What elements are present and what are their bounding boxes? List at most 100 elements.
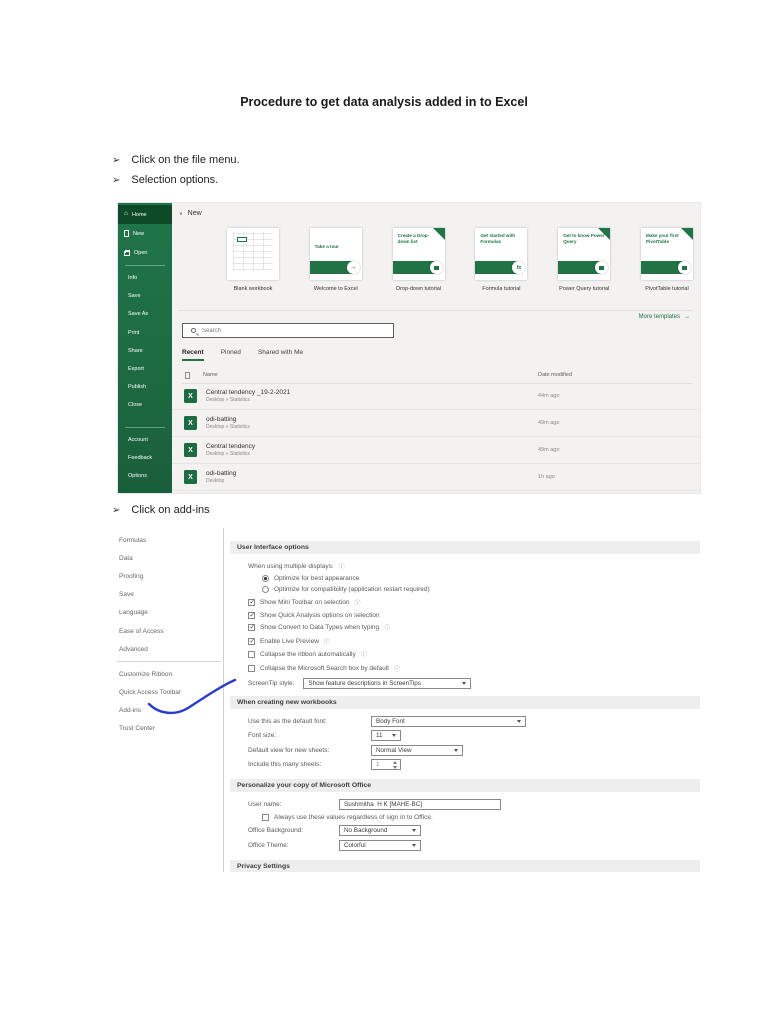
- checkbox-quick-analysis[interactable]: [248, 611, 255, 619]
- template-thumbnail[interactable]: Get to know Power Query: [558, 228, 611, 280]
- chevron-down-icon: [392, 734, 396, 737]
- sidebar-item-label: Close: [128, 402, 143, 409]
- checkbox-label: Show Quick Analysis options on selection: [260, 611, 380, 619]
- font-size-select[interactable]: 11: [371, 730, 401, 741]
- sidebar-item-label: Options: [128, 472, 147, 479]
- options-menu-add-ins[interactable]: Add-ins: [115, 702, 223, 720]
- checkbox-live-preview[interactable]: [248, 637, 255, 645]
- office-theme-select[interactable]: Colorful: [339, 839, 421, 851]
- sidebar-item-label: Home: [131, 211, 147, 218]
- menu-pane-divider: [223, 528, 224, 872]
- sidebar-item-home[interactable]: ⌂ Home: [118, 205, 172, 224]
- radio-compatibility[interactable]: [262, 586, 269, 593]
- checkbox-collapse-search-box[interactable]: [248, 664, 255, 672]
- file-name: Central tendency _19-2-2021: [206, 388, 291, 396]
- sidebar-item-label: Publish: [128, 384, 147, 391]
- checkbox-convert-data-types[interactable]: [248, 623, 255, 631]
- sidebar-item-label: Account: [128, 436, 148, 443]
- file-row[interactable]: X Central tendency Desktop » Statistics …: [172, 437, 700, 464]
- sheet-count-stepper[interactable]: 1: [371, 759, 401, 770]
- options-menu-ease-of-access[interactable]: Ease of Access: [115, 622, 223, 640]
- sidebar-item-info[interactable]: Info: [118, 269, 172, 287]
- sidebar-item-export[interactable]: Export: [118, 360, 172, 378]
- checkbox-mini-toolbar[interactable]: [248, 598, 255, 606]
- arrow-right-icon: →: [684, 314, 690, 320]
- template-thumbnail[interactable]: [227, 228, 279, 280]
- template-label: Formula tutorial: [482, 286, 521, 292]
- displays-label: When using multiple displays:: [248, 563, 334, 570]
- bullet-arrow-icon: ➢: [112, 155, 121, 166]
- sidebar-item-close[interactable]: Close: [118, 396, 172, 414]
- options-menu-advanced[interactable]: Advanced: [115, 640, 223, 658]
- bullet-text: Selection options.: [131, 174, 219, 186]
- sidebar-item-publish[interactable]: Publish: [118, 378, 172, 396]
- page-title: Procedure to get data analysis added in …: [240, 95, 528, 109]
- options-menu-trust-center[interactable]: Trust Center: [115, 720, 223, 738]
- more-templates-link[interactable]: More templates →: [639, 314, 690, 320]
- template-cards-row: Blank workbook Take a tour → Welcome to …: [224, 228, 696, 292]
- sidebar-item-feedback[interactable]: Feedback: [118, 449, 172, 467]
- card-title: Get to know Power Query: [563, 233, 605, 244]
- more-templates-label: More templates: [638, 314, 680, 320]
- radio-best-appearance[interactable]: [262, 575, 269, 582]
- default-view-select[interactable]: Normal View: [371, 744, 463, 756]
- info-icon: ⓘ: [323, 639, 330, 646]
- excel-backstage-screenshot: ⌂ Home New Open Info Save Save As Print …: [118, 203, 700, 493]
- sidebar-item-share[interactable]: Share: [118, 342, 172, 360]
- template-welcome-to-excel[interactable]: Take a tour → Welcome to Excel: [307, 228, 365, 292]
- section-header-new-workbooks: When creating new workbooks: [230, 695, 700, 709]
- template-search-box[interactable]: [182, 323, 394, 338]
- checkbox-always-use-values[interactable]: [262, 814, 269, 821]
- search-input[interactable]: [202, 327, 352, 334]
- options-menu-customize-ribbon[interactable]: Customize Ribbon: [115, 665, 223, 683]
- options-menu-formulas[interactable]: Formulas: [115, 531, 223, 549]
- sidebar-item-account[interactable]: Account: [118, 431, 172, 449]
- file-row[interactable]: X Central tendency _19-2-2021 Desktop » …: [172, 383, 700, 410]
- sidebar-divider: [125, 426, 165, 428]
- stepper-arrows-icon[interactable]: [393, 761, 397, 769]
- template-drop-down-tutorial[interactable]: Create a Drop-down list Drop-down tutori…: [390, 228, 448, 292]
- options-menu-data[interactable]: Data: [115, 549, 223, 567]
- sidebar-item-new[interactable]: New: [118, 224, 172, 243]
- sidebar-item-save[interactable]: Save: [118, 287, 172, 305]
- sheet-count-label: Include this many sheets:: [248, 761, 322, 768]
- file-modified-time: 49m ago: [538, 420, 560, 426]
- template-thumbnail[interactable]: Make your first PivotTable: [640, 228, 693, 280]
- chevron-down-icon: [454, 748, 458, 752]
- sidebar-item-save-as[interactable]: Save As: [118, 305, 172, 323]
- template-formula-tutorial[interactable]: Get started with Formulas fx Formula tut…: [472, 228, 530, 292]
- new-section-label: New: [187, 210, 202, 217]
- default-font-select[interactable]: Body Font: [371, 715, 526, 727]
- tab-recent[interactable]: Recent: [182, 349, 204, 361]
- options-menu-language[interactable]: Language: [115, 604, 223, 622]
- sidebar-item-label: Export: [128, 366, 144, 373]
- template-thumbnail[interactable]: Take a tour →: [309, 228, 362, 280]
- file-row[interactable]: X odi-batting Desktop 1h ago: [172, 464, 700, 491]
- sidebar-item-open[interactable]: Open: [118, 243, 172, 262]
- office-background-select[interactable]: No Background: [339, 825, 421, 836]
- tab-pinned[interactable]: Pinned: [221, 349, 241, 361]
- file-row[interactable]: X odi-batting Desktop » Statistics 49m a…: [172, 410, 700, 437]
- template-thumbnail[interactable]: Create a Drop-down list: [392, 228, 445, 280]
- column-header-name[interactable]: Name: [203, 372, 218, 378]
- sidebar-item-options[interactable]: Options: [118, 467, 172, 485]
- options-menu-save[interactable]: Save: [115, 586, 223, 604]
- tab-shared-with-me[interactable]: Shared with Me: [258, 349, 303, 361]
- template-power-query-tutorial[interactable]: Get to know Power Query Power Query tuto…: [555, 228, 613, 292]
- selected-value: Show feature descriptions in ScreenTips: [308, 679, 421, 687]
- excel-file-icon: X: [184, 470, 199, 485]
- sidebar-item-label: Save As: [128, 311, 149, 318]
- excel-file-icon: X: [184, 443, 199, 458]
- options-menu-proofing[interactable]: Proofing: [115, 567, 223, 585]
- options-menu-quick-access-toolbar[interactable]: Quick Access Toolbar: [115, 684, 223, 702]
- new-section-header[interactable]: ∨ New: [179, 210, 202, 217]
- file-name: odi-batting: [206, 415, 237, 423]
- template-thumbnail[interactable]: Get started with Formulas fx: [475, 228, 528, 280]
- sidebar-item-print[interactable]: Print: [118, 324, 172, 342]
- screentip-style-select[interactable]: Show feature descriptions in ScreenTips: [303, 677, 472, 689]
- username-field[interactable]: [339, 799, 501, 810]
- template-pivottable-tutorial[interactable]: Make your first PivotTable PivotTable tu…: [638, 228, 696, 292]
- column-header-date-modified[interactable]: Date modified: [538, 372, 572, 378]
- checkbox-collapse-ribbon[interactable]: [248, 651, 255, 658]
- template-blank-workbook[interactable]: Blank workbook: [224, 228, 282, 292]
